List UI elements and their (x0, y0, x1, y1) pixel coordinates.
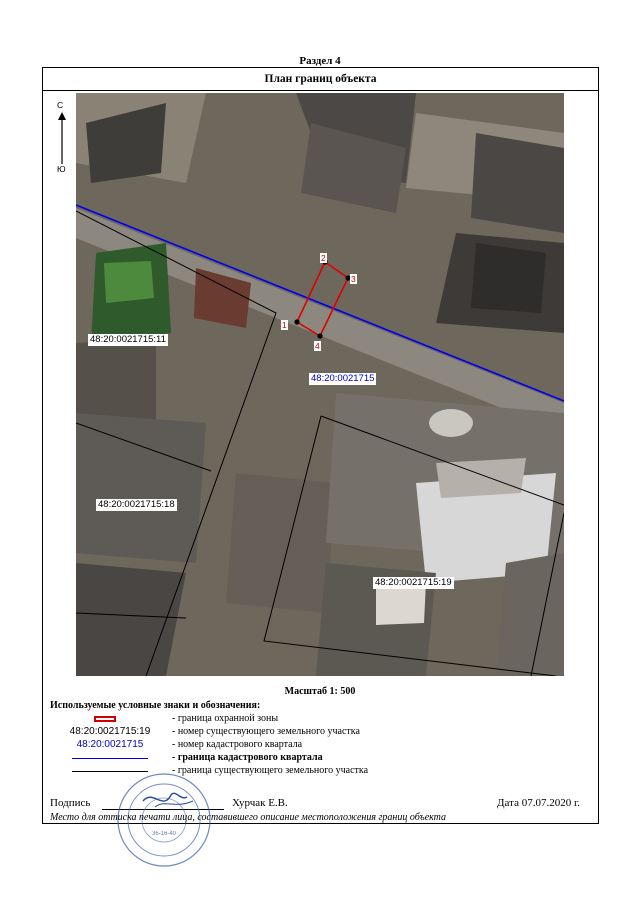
compass-south-label: Ю (57, 164, 66, 174)
quarter-label: 48:20:0021715 (309, 373, 377, 385)
legend-item-quarter-boundary: - граница кадастрового квартала (50, 752, 590, 765)
legend-title: Используемые условные знаки и обозначени… (50, 700, 261, 711)
parcel-label-11: 48:20:0021715:11 (88, 334, 168, 346)
satellite-map[interactable]: 1 2 3 4 48:20:0021715:11 48:20:0021715 4… (76, 93, 564, 676)
stamp-number: 36-16-40 (152, 831, 177, 837)
point-label-2: 2 (320, 253, 327, 263)
compass: С Ю (54, 100, 72, 180)
plan-header: План границ объекта (43, 68, 598, 91)
zone-boundary-swatch (94, 716, 116, 722)
section-title: Раздел 4 (299, 55, 341, 67)
compass-north-label: С (57, 100, 64, 110)
point-label-1: 1 (281, 320, 288, 330)
map-scale: Масштаб 1: 500 (284, 686, 356, 697)
legend-item-zone: - граница охранной зоны (50, 713, 590, 726)
parcel-label-19: 48:20:0021715:19 (373, 577, 454, 589)
parcel-label-18: 48:20:0021715:18 (96, 499, 177, 511)
legend-symbol-quarter: 48:20:0021715 (76, 739, 144, 750)
stamp-note: Место для оттиска печати лица, составивш… (50, 812, 447, 823)
signer-name: Хурчак Е.В. (232, 797, 288, 809)
legend-item-quarter-number: 48:20:0021715 - номер кадастрового кварт… (50, 739, 590, 752)
point-label-3: 3 (350, 274, 357, 284)
handwritten-signature (142, 792, 188, 802)
legend-desc: - граница кадастрового квартала (172, 752, 323, 763)
legend-desc: - граница охранной зоны (172, 713, 279, 724)
point-label-4: 4 (314, 341, 321, 351)
legend-symbol-parcel: 48:20:0021715:19 (69, 726, 151, 737)
signature-date: Дата 07.07.2020 г. (497, 797, 580, 809)
legend-desc: - номер кадастрового квартала (172, 739, 303, 750)
north-arrow-icon (58, 112, 66, 164)
legend-item-parcel-number: 48:20:0021715:19 - номер существующего з… (50, 726, 590, 739)
signature-label: Подпись (50, 797, 91, 809)
quarter-boundary-swatch (72, 758, 148, 759)
legend-desc: - номер существующего земельного участка (172, 726, 360, 737)
